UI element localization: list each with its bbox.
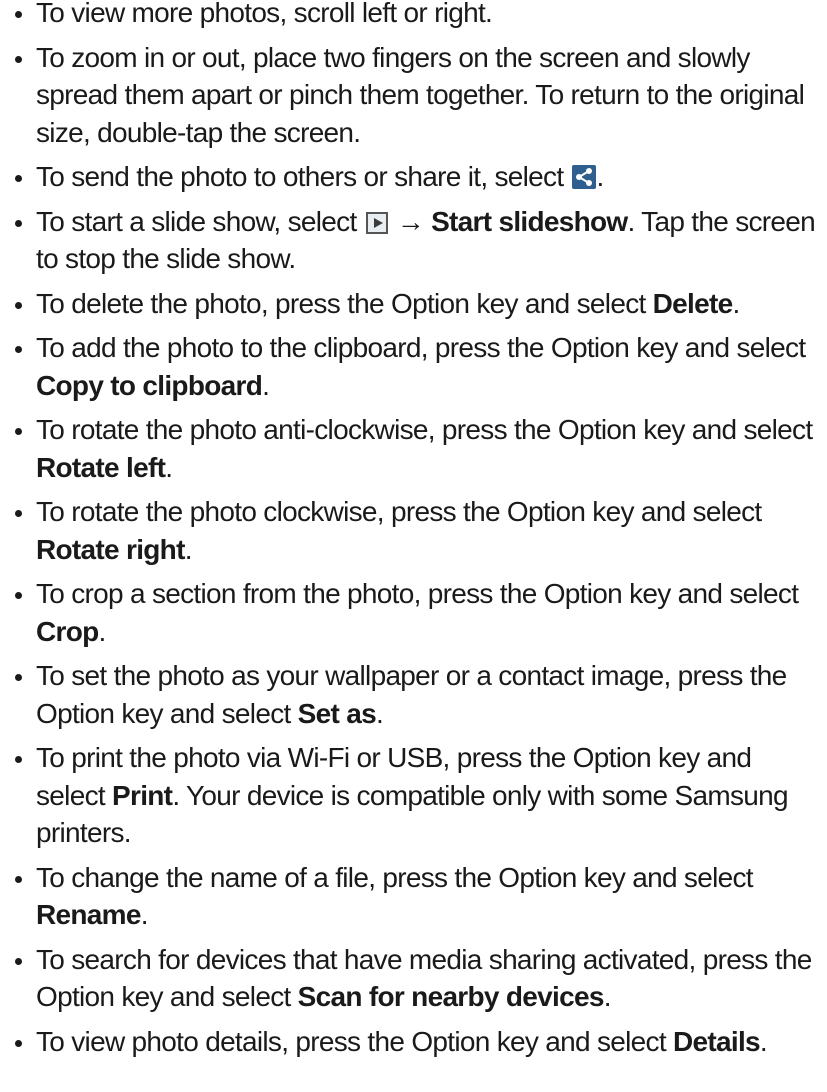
- item-text-end: .: [759, 1025, 768, 1057]
- item-text: To rotate the photo anti-clockwise, pres…: [36, 414, 813, 445]
- bullet-dot: [15, 428, 22, 435]
- item-text: To change the name of a file, press the …: [36, 861, 754, 893]
- item-text-end: .: [165, 451, 173, 483]
- bullet-dot: [15, 219, 22, 227]
- bullet-dot: [15, 1039, 22, 1047]
- item-text: To crop a section from the photo, press …: [36, 578, 799, 609]
- bullet-dot: [15, 756, 22, 763]
- item-text: To delete the photo, press the Option ke…: [36, 287, 653, 319]
- list-item: To crop a section from the photo, press …: [0, 575, 826, 650]
- list-item: To print the photo via Wi-Fi or USB, pre…: [0, 739, 826, 852]
- item-text: To set the photo as your wallpaper or a …: [36, 660, 787, 729]
- list-item: To change the name of a file, press the …: [0, 859, 826, 934]
- menu-term: Print: [112, 779, 173, 811]
- menu-term: Rename: [36, 899, 141, 930]
- menu-term: Delete: [652, 287, 734, 319]
- bullet-dot: [15, 175, 22, 182]
- item-text-end: .: [375, 697, 384, 729]
- bullet-dot: [15, 875, 22, 883]
- document-page: To view more photos, scroll left or righ…: [0, 0, 827, 1067]
- item-text-end: .: [732, 287, 741, 319]
- bullet-dot: [15, 510, 22, 517]
- list-item: To set the photo as your wallpaper or a …: [0, 657, 826, 732]
- menu-term: Set as: [297, 697, 377, 729]
- menu-term: Scan for nearby devices: [297, 981, 605, 1012]
- menu-term: Copy to clipboard: [36, 369, 263, 401]
- menu-term: Rotate right: [36, 533, 185, 565]
- play-icon: [365, 211, 388, 234]
- item-text-end: .: [603, 981, 612, 1012]
- list-item: To rotate the photo anti-clockwise, pres…: [0, 411, 826, 486]
- list-item: To add the photo to the clipboard, press…: [0, 329, 826, 404]
- list-item: To rotate the photo clockwise, press the…: [0, 493, 826, 568]
- list-item: To start a slide show, select → Start sl…: [0, 203, 826, 278]
- menu-term: Details: [673, 1025, 761, 1057]
- item-text: To zoom in or out, place two fingers on …: [36, 41, 805, 148]
- item-text: To rotate the photo clockwise, press the…: [36, 496, 762, 527]
- bullet-dot: [15, 11, 22, 18]
- bullet-dot: [15, 55, 22, 63]
- list-item: To view more photos, scroll left or righ…: [0, 0, 826, 32]
- bullet-list: To view more photos, scroll left or righ…: [0, 0, 827, 1060]
- list-item: To zoom in or out, place two fingers on …: [0, 39, 826, 152]
- item-text-end: .: [262, 369, 270, 401]
- list-item: To view photo details, press the Option …: [0, 1023, 826, 1061]
- menu-term: Rotate left: [36, 451, 166, 483]
- list-item: To delete the photo, press the Option ke…: [0, 285, 826, 323]
- list-item: To search for devices that have media sh…: [0, 941, 826, 1016]
- menu-term: Crop: [36, 615, 99, 647]
- item-text-end: .: [140, 899, 149, 930]
- item-text-end: .: [596, 161, 605, 192]
- bullet-dot: [15, 592, 22, 599]
- item-text: To view more photos, scroll left or righ…: [36, 0, 493, 28]
- menu-term: Start slideshow: [431, 205, 628, 237]
- bullet-dot: [15, 301, 22, 309]
- share-icon: [571, 165, 596, 189]
- item-text: To view photo details, press the Option …: [36, 1025, 673, 1057]
- item-text-end: .: [184, 533, 193, 565]
- bullet-dot: [15, 957, 22, 965]
- bullet-dot: [15, 674, 22, 681]
- bullet-dot: [15, 346, 22, 353]
- item-text: To send the photo to others or share it,…: [36, 161, 571, 192]
- arrow-text: →: [389, 205, 432, 237]
- item-text: To start a slide show, select: [36, 205, 364, 237]
- list-item: To send the photo to others or share it,…: [0, 158, 826, 196]
- item-text-end: .: [98, 615, 107, 647]
- item-text: To add the photo to the clipboard, press…: [36, 332, 806, 363]
